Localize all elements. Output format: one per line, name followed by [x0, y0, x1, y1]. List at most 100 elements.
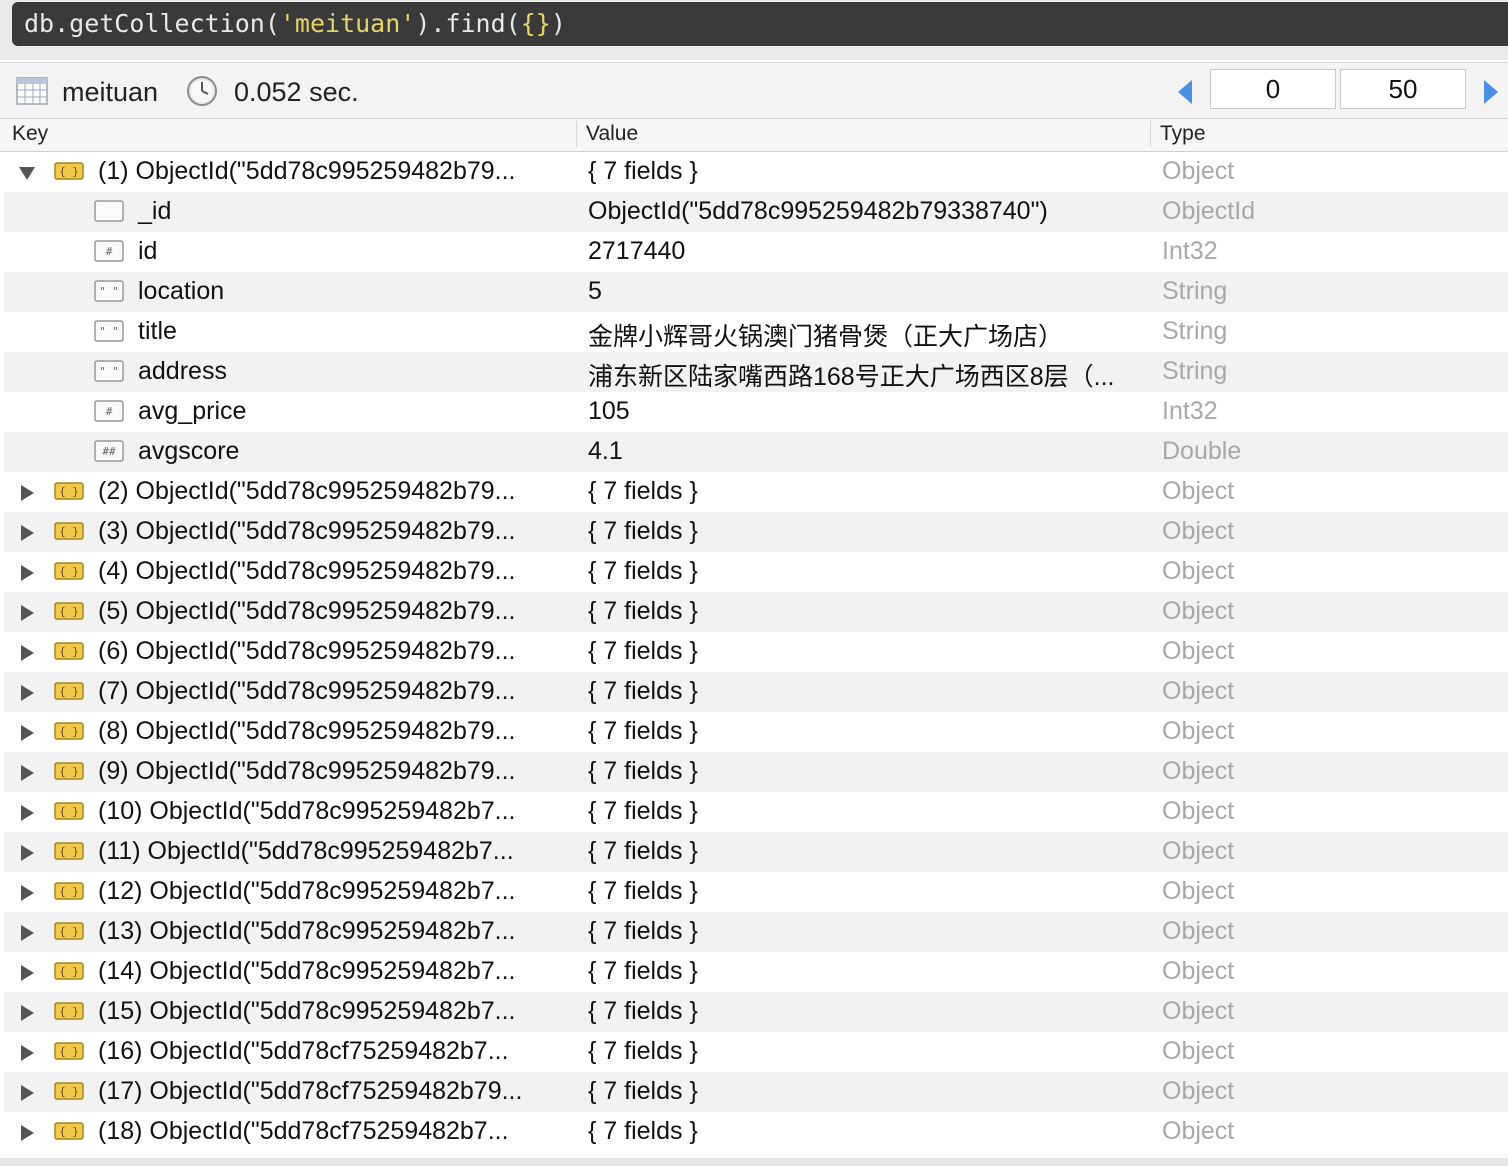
- expand-triangle-icon[interactable]: [18, 484, 36, 502]
- expand-triangle-icon[interactable]: [18, 844, 36, 862]
- document-value: { 7 fields }: [588, 637, 698, 665]
- document-row[interactable]: { } (7) ObjectId("5dd78c995259482b79... { …: [4, 672, 1508, 712]
- expand-triangle-icon[interactable]: [18, 644, 36, 662]
- field-value: 浦东新区陆家嘴西路168号正大广场西区8层（...: [588, 363, 1115, 391]
- document-value: { 7 fields }: [588, 757, 698, 785]
- document-type: Object: [1162, 1117, 1235, 1145]
- document-row[interactable]: { } (1) ObjectId("5dd78c995259482b79... { …: [4, 152, 1508, 192]
- document-row[interactable]: { } (13) ObjectId("5dd78c995259482b7... { …: [4, 912, 1508, 952]
- expand-triangle-icon[interactable]: [18, 884, 36, 902]
- svg-text:{ }: { }: [59, 1005, 79, 1018]
- expand-triangle-icon[interactable]: [18, 804, 36, 822]
- document-row[interactable]: { } (6) ObjectId("5dd78c995259482b79... { …: [4, 632, 1508, 672]
- expand-triangle-icon[interactable]: [18, 1124, 36, 1142]
- field-row[interactable]: " " location 5 String: [4, 272, 1508, 312]
- field-row[interactable]: # avg_price 105 Int32: [4, 392, 1508, 432]
- document-row[interactable]: { } (9) ObjectId("5dd78c995259482b79... { …: [4, 752, 1508, 792]
- expand-triangle-icon[interactable]: [18, 724, 36, 742]
- expand-triangle-icon[interactable]: [18, 1084, 36, 1102]
- document-row[interactable]: { } (16) ObjectId("5dd78cf75259482b7... { …: [4, 1032, 1508, 1072]
- field-row[interactable]: # id 2717440 Int32: [4, 232, 1508, 272]
- document-type: Object: [1162, 997, 1235, 1025]
- string-field-icon: " ": [94, 360, 124, 382]
- query-editor[interactable]: db.getCollection('meituan').find({}): [12, 2, 1508, 46]
- document-key: (12) ObjectId("5dd78c995259482b7...: [98, 877, 516, 905]
- field-value: ObjectId("5dd78c995259482b79338740"): [588, 197, 1048, 225]
- document-row[interactable]: { } (18) ObjectId("5dd78cf75259482b7... { …: [4, 1112, 1508, 1152]
- column-divider[interactable]: [1150, 121, 1151, 147]
- document-row[interactable]: { } (11) ObjectId("5dd78c995259482b7... { …: [4, 832, 1508, 872]
- limit-input[interactable]: [1340, 69, 1466, 109]
- column-value[interactable]: Value: [586, 122, 638, 146]
- collapse-triangle-icon[interactable]: [18, 164, 36, 182]
- document-row[interactable]: { } (12) ObjectId("5dd78c995259482b7... { …: [4, 872, 1508, 912]
- prev-page-icon[interactable]: [1174, 78, 1198, 106]
- document-key: (6) ObjectId("5dd78c995259482b79...: [98, 637, 516, 665]
- field-key: location: [138, 277, 225, 305]
- document-value: { 7 fields }: [588, 517, 698, 545]
- expand-triangle-icon[interactable]: [18, 924, 36, 942]
- query-area: db.getCollection('meituan').find({}): [0, 0, 1508, 60]
- document-key: (9) ObjectId("5dd78c995259482b79...: [98, 757, 516, 785]
- document-row[interactable]: { } (8) ObjectId("5dd78c995259482b79... { …: [4, 712, 1508, 752]
- document-value: { 7 fields }: [588, 157, 698, 185]
- object-icon: { }: [54, 562, 84, 580]
- expand-triangle-icon[interactable]: [18, 524, 36, 542]
- expand-triangle-icon[interactable]: [18, 764, 36, 782]
- objectid-field-icon: [94, 200, 124, 222]
- next-page-icon[interactable]: [1478, 78, 1502, 106]
- column-divider[interactable]: [576, 121, 577, 147]
- expand-triangle-icon[interactable]: [18, 684, 36, 702]
- double-field-icon: ##: [94, 440, 124, 462]
- svg-text:#: #: [106, 405, 113, 418]
- int-field-icon: #: [94, 400, 124, 422]
- field-row[interactable]: " " title 金牌小辉哥火锅澳门猪骨煲（正大广场店） String: [4, 312, 1508, 352]
- document-type: Object: [1162, 957, 1235, 985]
- field-row[interactable]: ## avgscore 4.1 Double: [4, 432, 1508, 472]
- expand-triangle-icon[interactable]: [18, 1004, 36, 1022]
- document-row[interactable]: { } (3) ObjectId("5dd78c995259482b79... { …: [4, 512, 1508, 552]
- svg-text:{ }: { }: [59, 805, 79, 818]
- document-row[interactable]: { } (10) ObjectId("5dd78c995259482b7... { …: [4, 792, 1508, 832]
- document-type: Object: [1162, 637, 1235, 665]
- expand-triangle-icon[interactable]: [18, 564, 36, 582]
- object-icon: { }: [54, 722, 84, 740]
- query-collection-arg: 'meituan': [279, 9, 416, 38]
- column-key[interactable]: Key: [12, 122, 48, 146]
- object-icon: { }: [54, 162, 84, 180]
- document-row[interactable]: { } (5) ObjectId("5dd78c995259482b79... { …: [4, 592, 1508, 632]
- svg-text:{ }: { }: [59, 485, 79, 498]
- document-key: (4) ObjectId("5dd78c995259482b79...: [98, 557, 516, 585]
- document-value: { 7 fields }: [588, 1077, 698, 1105]
- object-icon: { }: [54, 1122, 84, 1140]
- document-key: (18) ObjectId("5dd78cf75259482b7...: [98, 1117, 509, 1145]
- document-row[interactable]: { } (17) ObjectId("5dd78cf75259482b79... {…: [4, 1072, 1508, 1112]
- field-type: Int32: [1162, 237, 1218, 265]
- object-icon: { }: [54, 1082, 84, 1100]
- field-row[interactable]: _id ObjectId("5dd78c995259482b79338740") O…: [4, 192, 1508, 232]
- field-key: avg_price: [138, 397, 247, 425]
- expand-triangle-icon[interactable]: [18, 1044, 36, 1062]
- document-row[interactable]: { } (4) ObjectId("5dd78c995259482b79... { …: [4, 552, 1508, 592]
- object-icon: { }: [54, 1002, 84, 1020]
- skip-input[interactable]: [1210, 69, 1336, 109]
- expand-triangle-icon[interactable]: [18, 604, 36, 622]
- field-row[interactable]: " " address 浦东新区陆家嘴西路168号正大广场西区8层（... Strin…: [4, 352, 1508, 392]
- document-value: { 7 fields }: [588, 1117, 698, 1145]
- document-row[interactable]: { } (15) ObjectId("5dd78c995259482b7... { …: [4, 992, 1508, 1032]
- document-row[interactable]: { } (2) ObjectId("5dd78c995259482b79... { …: [4, 472, 1508, 512]
- string-field-icon: " ": [94, 280, 124, 302]
- document-value: { 7 fields }: [588, 957, 698, 985]
- document-key: (17) ObjectId("5dd78cf75259482b79...: [98, 1077, 523, 1105]
- document-value: { 7 fields }: [588, 837, 698, 865]
- field-value: 2717440: [588, 237, 686, 265]
- field-key: avgscore: [138, 437, 240, 465]
- column-type[interactable]: Type: [1160, 122, 1206, 146]
- query-suffix: ): [550, 9, 566, 38]
- svg-text:{ }: { }: [59, 525, 79, 538]
- document-type: Object: [1162, 1077, 1235, 1105]
- document-row[interactable]: { } (14) ObjectId("5dd78c995259482b7... { …: [4, 952, 1508, 992]
- field-type: ObjectId: [1162, 197, 1256, 225]
- expand-triangle-icon[interactable]: [18, 964, 36, 982]
- field-type: String: [1162, 277, 1228, 305]
